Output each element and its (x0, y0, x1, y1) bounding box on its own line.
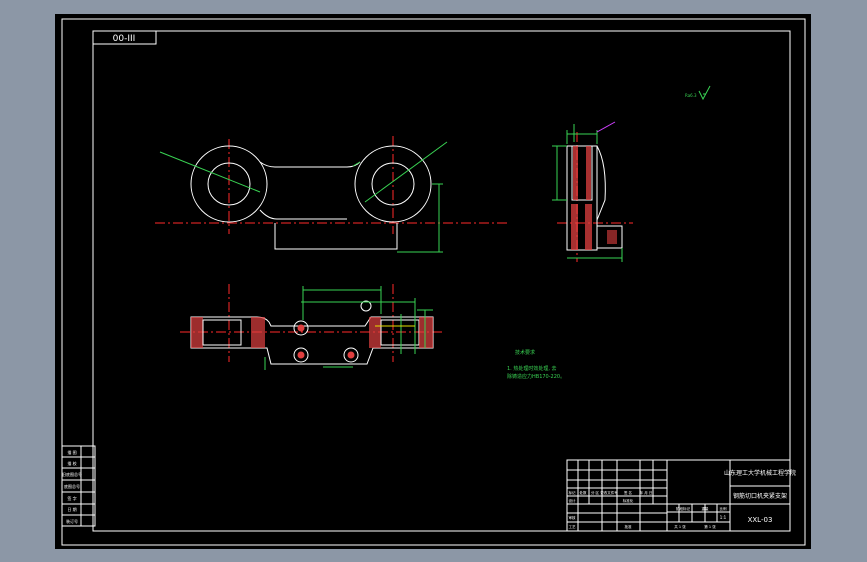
strip-label-7: 装订号 (66, 518, 78, 524)
tb-label-approve: 批准 (625, 524, 633, 529)
tb-scale-label: 比例 (720, 506, 728, 511)
roughness-symbol: Ra6.3 (685, 85, 711, 101)
tech-title: 技术要求 (515, 349, 535, 356)
front-view (155, 136, 507, 253)
tb-drawing-no: XXL-03 (748, 516, 773, 524)
engineering-drawing: 00-III 描 图 描 校 旧底图总号 底图总号 签 字 日 期 装订号 Ra… (61, 18, 806, 546)
tb-school: 山东理工大学机械工程学院 (724, 469, 796, 477)
tb-scale-value: 1:1 (720, 515, 727, 520)
tb-part-name: 钢筋切口机夹紧支架 (733, 492, 787, 500)
tb-label-standard: 标准化 (623, 498, 634, 503)
dim-left-diameter (159, 151, 261, 193)
left-strip: 描 图 描 校 旧底图总号 底图总号 签 字 日 期 装订号 (61, 445, 96, 527)
inner-frame (92, 30, 791, 532)
tb-label-zone: 分 区 (591, 490, 600, 495)
tech-note-1: 1. 热处理时效处理, 去 (507, 365, 557, 372)
top-view (180, 284, 445, 370)
tb-label-changedoc: 更改文件号 (600, 490, 618, 495)
strip-label-6: 日 期 (67, 506, 76, 512)
tech-note-2: 除铸造应力HB170-220。 (507, 373, 565, 380)
tb-stage-label: 阶段标记 (676, 506, 690, 511)
tb-weight-label: 重量 (702, 506, 710, 511)
tb-sheet-no: 第 1 张 (704, 524, 716, 529)
tb-label-count: 处数 (580, 490, 588, 495)
code-box-text: 00-III (113, 34, 136, 44)
technical-notes: 技术要求 1. 热处理时效处理, 去 除铸造应力HB170-220。 (507, 349, 565, 380)
code-box: 00-III (92, 30, 157, 45)
tb-label-date: 年 月 日 (640, 490, 653, 495)
strip-label-3: 旧底图总号 (62, 471, 82, 477)
strip-label-2: 描 校 (67, 460, 76, 466)
strip-label-1: 描 图 (67, 449, 76, 455)
tb-label-design: 设计 (569, 498, 577, 503)
tb-label-sign: 签 名 (624, 490, 632, 495)
tb-label-process: 工艺 (569, 524, 577, 529)
roughness-note: Ra6.3 (685, 93, 697, 98)
side-view (552, 121, 633, 262)
cad-viewport[interactable]: 00-III 描 图 描 校 旧底图总号 底图总号 签 字 日 期 装订号 Ra… (55, 14, 811, 549)
title-block: 标记 处数 分 区 更改文件号 签 名 年 月 日 设计 标准化 审核 工艺 批… (566, 459, 796, 532)
tb-label-mark: 标记 (569, 490, 577, 495)
tb-sheet-total: 共 1 张 (674, 524, 686, 529)
dim-right-diameter (364, 141, 448, 203)
strip-label-5: 签 字 (67, 495, 76, 501)
tb-label-review: 审核 (569, 515, 577, 520)
strip-label-4: 底图总号 (64, 483, 80, 489)
